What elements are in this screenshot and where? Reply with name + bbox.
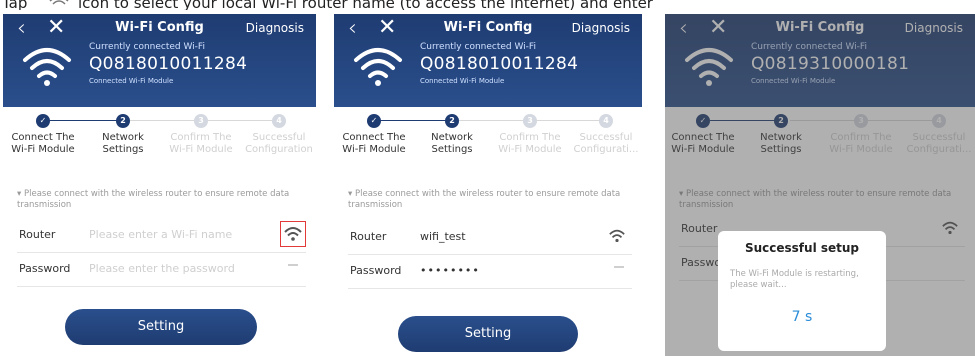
step-label: Network Settings	[102, 132, 144, 155]
step-number: 3	[194, 114, 208, 128]
diagnosis-link[interactable]: Diagnosis	[246, 21, 304, 35]
step-number: 2	[116, 114, 130, 128]
screen-2: ‹ ✕ Wi-Fi Config Diagnosis Currently con…	[334, 14, 642, 356]
wifi-large-icon	[354, 48, 402, 86]
step-3: 3 Confirm The Wi-Fi Module	[163, 112, 239, 156]
step-number: 3	[523, 114, 537, 128]
eye-closed-icon[interactable]	[614, 266, 624, 268]
instruction-caption: Tap icon to select your local Wi-Fi rout…	[0, 0, 975, 10]
wifi-small-icon: ▾	[348, 189, 353, 199]
stepper: ✓ Connect The Wi-Fi Module 2 Network Set…	[334, 112, 642, 194]
step-label: Connect The Wi-Fi Module	[11, 132, 75, 155]
router-field[interactable]: Router Please enter a Wi-Fi name	[17, 218, 306, 253]
step-label: Successful Configurati...	[573, 132, 639, 155]
step-2: 2 Network Settings	[414, 112, 490, 156]
setting-button[interactable]: Setting	[398, 316, 578, 352]
step-label: Connect The Wi-Fi Module	[342, 132, 406, 155]
router-label: Router	[19, 228, 56, 241]
notice-text: ▾ Please connect with the wireless route…	[17, 189, 290, 210]
wifi-select-icon[interactable]	[608, 228, 626, 244]
connected-sub: Connected Wi-Fi Module	[420, 77, 505, 85]
step-3: 3 Confirm The Wi-Fi Module	[492, 112, 568, 156]
notice-text: ▾ Please connect with the wireless route…	[348, 189, 621, 210]
password-placeholder[interactable]: Please enter the password	[89, 262, 235, 275]
router-field[interactable]: Router wifi_test	[348, 220, 632, 255]
success-dialog: Successful setup The Wi-Fi Module is res…	[718, 231, 886, 351]
connected-id: Q0818010011284	[420, 54, 579, 74]
router-label: Router	[350, 230, 387, 243]
wifi-small-icon: ▾	[17, 189, 22, 199]
dialog-title: Successful setup	[744, 241, 860, 255]
wifi-large-icon	[23, 48, 71, 86]
connected-label: Currently connected Wi-Fi	[420, 42, 536, 52]
dialog-message: The Wi-Fi Module is restarting, please w…	[730, 269, 859, 290]
step-number: 4	[272, 114, 286, 128]
check-icon: ✓	[36, 114, 50, 128]
step-1: ✓ Connect The Wi-Fi Module	[5, 112, 81, 156]
countdown-text: 7 s	[791, 309, 813, 325]
password-field[interactable]: Password ••••••••	[348, 254, 632, 289]
password-value[interactable]: ••••••••	[420, 264, 480, 277]
connected-sub: Connected Wi-Fi Module	[89, 77, 174, 85]
connected-id: Q0818010011284	[89, 54, 248, 74]
step-number: 2	[445, 114, 459, 128]
eye-closed-icon[interactable]	[288, 264, 298, 266]
step-label: Network Settings	[431, 132, 473, 155]
step-4: 4 Successful Configuration	[241, 112, 316, 156]
caption-tap: Tap	[2, 0, 28, 10]
step-number: 4	[599, 114, 613, 128]
wifi-icon	[49, 0, 69, 5]
diagnosis-link[interactable]: Diagnosis	[572, 21, 630, 35]
step-label: Confirm The Wi-Fi Module	[498, 132, 562, 155]
router-value[interactable]: wifi_test	[420, 230, 466, 243]
check-icon: ✓	[367, 114, 381, 128]
step-4: 4 Successful Configurati...	[568, 112, 642, 156]
stepper: ✓ Connect The Wi-Fi Module 2 Network Set…	[3, 112, 316, 194]
header: ‹ ✕ Wi-Fi Config Diagnosis Currently con…	[334, 14, 642, 107]
password-label: Password	[19, 262, 71, 275]
screen-3: ‹ ✕ Wi-Fi Config Diagnosis Currently con…	[665, 14, 975, 356]
router-placeholder[interactable]: Please enter a Wi-Fi name	[89, 228, 232, 241]
setting-button[interactable]: Setting	[65, 309, 257, 345]
header: ‹ ✕ Wi-Fi Config Diagnosis Currently con…	[3, 14, 316, 107]
screen-1: ‹ ✕ Wi-Fi Config Diagnosis Currently con…	[3, 14, 316, 356]
caption-text: icon to select your local Wi-Fi router n…	[78, 0, 653, 10]
step-label: Successful Configuration	[245, 132, 313, 155]
connected-label: Currently connected Wi-Fi	[89, 42, 205, 52]
password-label: Password	[350, 264, 402, 277]
step-label: Confirm The Wi-Fi Module	[169, 132, 233, 155]
wifi-select-icon[interactable]	[280, 221, 306, 247]
step-1: ✓ Connect The Wi-Fi Module	[336, 112, 412, 156]
password-field[interactable]: Password Please enter the password	[17, 252, 306, 287]
step-2: 2 Network Settings	[85, 112, 161, 156]
